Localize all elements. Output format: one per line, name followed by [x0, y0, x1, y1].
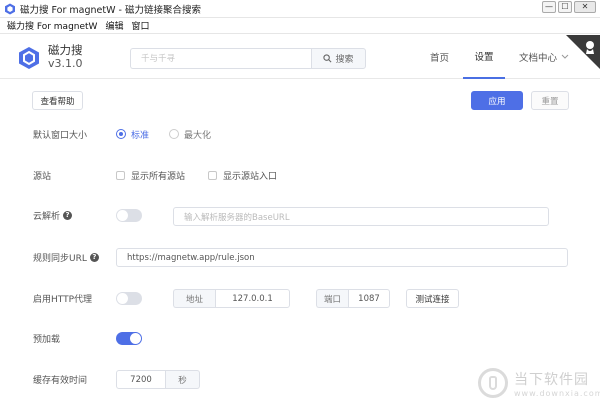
app-logo [19, 47, 39, 69]
search-input[interactable] [130, 48, 311, 69]
radio-standard-label: 标准 [131, 130, 150, 141]
preload-label: 预加载 [33, 334, 61, 345]
help-circle-icon[interactable]: ? [63, 210, 73, 220]
cloud-parse-label: 云解析 ? [33, 208, 73, 222]
radio-maximize-label: 最大化 [184, 130, 212, 141]
close-button[interactable]: ✕ [574, 1, 596, 13]
watermark-brand: 当下软件园 [514, 371, 589, 388]
test-connection-button[interactable]: 测试连接 [406, 289, 459, 308]
watermark: 当下软件园 www.downxia.com [478, 368, 600, 398]
search-button[interactable]: 搜索 [311, 48, 366, 69]
watermark-url: www.downxia.com [514, 388, 600, 398]
window-size-label: 默认窗口大小 [33, 130, 88, 141]
preload-switch[interactable] [116, 332, 142, 345]
nav-docs[interactable]: 文档中心 [519, 35, 569, 79]
brand: 磁力搜 v3.1.0 [48, 43, 83, 71]
menu-item-edit[interactable]: 编辑 [105, 19, 123, 32]
proxy-address-addon: 地址 [173, 289, 215, 308]
search-button-label: 搜索 [335, 55, 354, 65]
menu-item-window[interactable]: 窗口 [131, 19, 149, 32]
nav-home[interactable]: 首页 [430, 35, 449, 79]
cache-label: 缓存有效时间 [33, 375, 88, 386]
window-title: 磁力搜 For magnetW - 磁力链接聚合搜索 [20, 4, 201, 16]
checkbox-show-source-entry-label: 显示源站入口 [223, 171, 278, 182]
http-proxy-switch[interactable] [116, 292, 142, 305]
cache-time-input[interactable]: 7200 [116, 370, 166, 389]
minimize-button[interactable]: — [542, 1, 556, 13]
cloud-parse-switch[interactable] [116, 209, 142, 222]
app-version: v3.1.0 [48, 57, 83, 70]
checkbox-show-all-sources[interactable]: 显示所有源站 [116, 169, 186, 182]
search-icon [323, 54, 332, 63]
cache-unit-addon: 秒 [166, 370, 200, 389]
rule-sync-label: 规则同步URL ? [33, 250, 99, 264]
reset-button[interactable]: 重置 [531, 91, 569, 110]
radio-maximize[interactable]: 最大化 [169, 128, 212, 141]
checkbox-show-all-sources-label: 显示所有源站 [131, 171, 186, 182]
help-circle-icon[interactable]: ? [89, 252, 99, 262]
proxy-address-input[interactable]: 127.0.0.1 [215, 289, 290, 308]
maximize-button[interactable]: ☐ [558, 1, 572, 13]
http-proxy-label: 启用HTTP代理 [33, 294, 93, 305]
proxy-port-addon: 端口 [316, 289, 348, 308]
help-button[interactable]: 查看帮助 [32, 91, 83, 110]
watermark-logo-icon [478, 368, 508, 398]
menu-bar: 磁力搜 For magnetW 编辑 窗口 [0, 18, 600, 34]
source-label: 源站 [33, 171, 52, 182]
checkbox-show-source-entry[interactable]: 显示源站入口 [208, 169, 278, 182]
app-header: 磁力搜 v3.1.0 搜索 首页 设置 文档中心 [0, 35, 600, 79]
proxy-port-input[interactable]: 1087 [348, 289, 390, 308]
apply-button[interactable]: 应用 [471, 91, 523, 110]
radio-standard[interactable]: 标准 [116, 128, 150, 141]
cloud-parse-url-input[interactable]: 输入解析服务器的BaseURL [173, 207, 549, 226]
nav-docs-label: 文档中心 [519, 53, 558, 64]
nav-settings[interactable]: 设置 [463, 35, 505, 79]
title-bar: 磁力搜 For magnetW - 磁力链接聚合搜索 — ☐ ✕ [0, 0, 600, 18]
app-icon [5, 3, 15, 14]
menu-item-app[interactable]: 磁力搜 For magnetW [7, 19, 97, 32]
rule-sync-url-input[interactable]: https://magnetw.app/rule.json [116, 248, 568, 267]
github-corner-icon[interactable] [566, 35, 600, 69]
app-name: 磁力搜 [48, 43, 83, 57]
